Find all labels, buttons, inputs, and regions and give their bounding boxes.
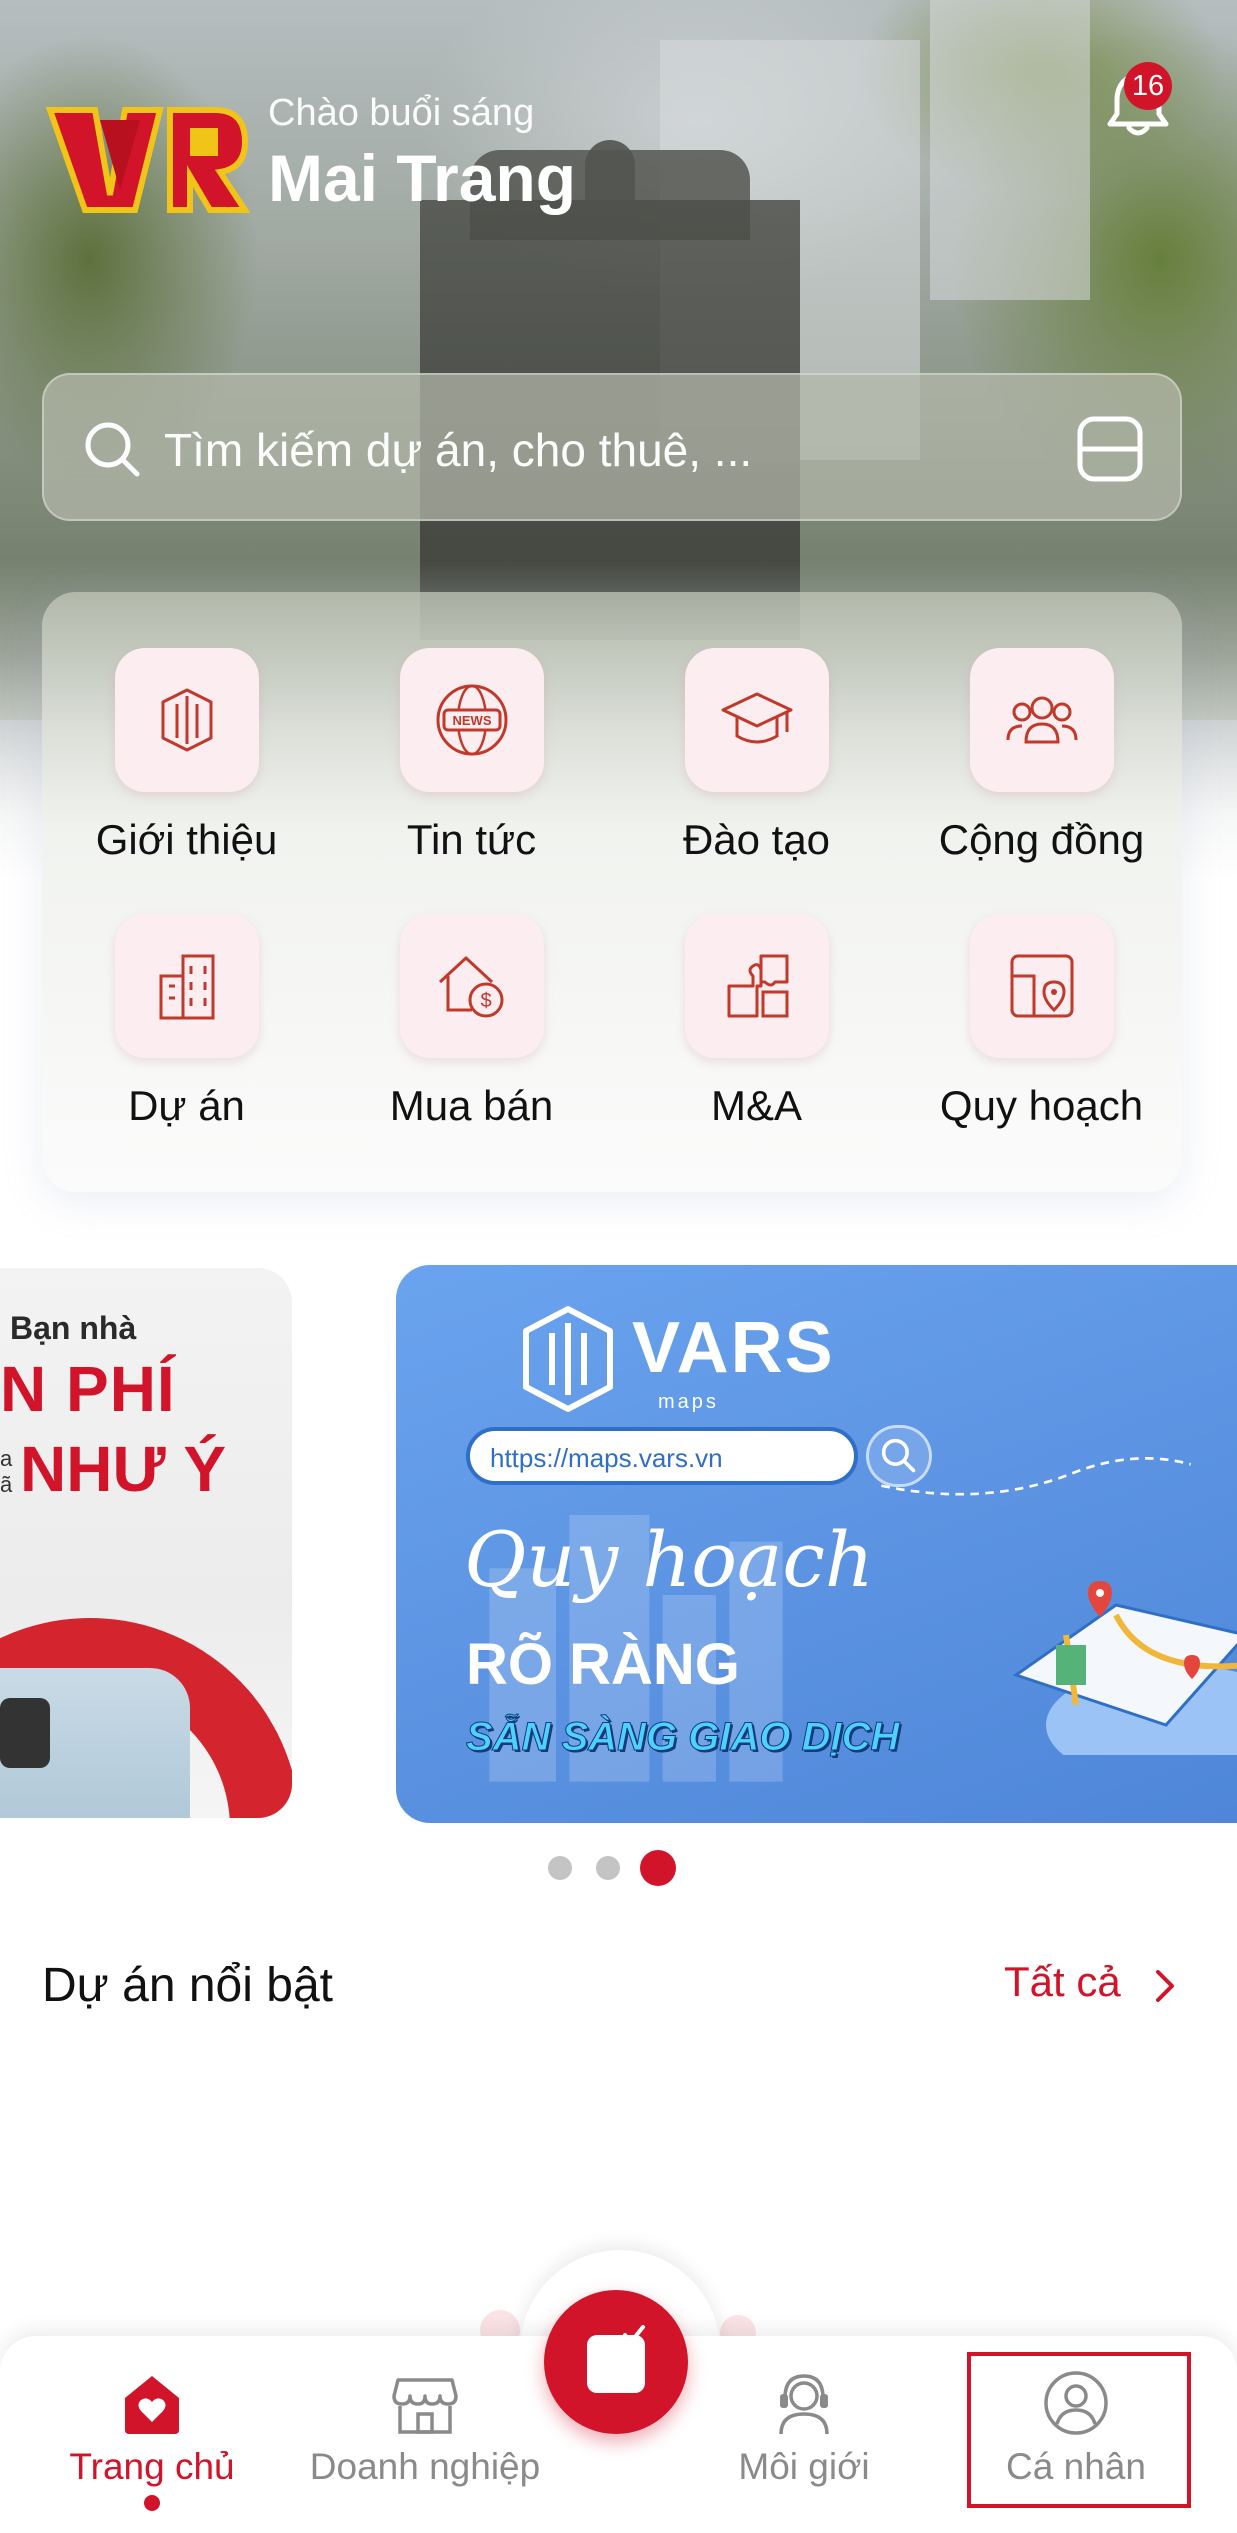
background-building xyxy=(930,0,1090,300)
category-label: Quy hoạch xyxy=(939,1082,1144,1129)
see-all-link[interactable]: Tất cả xyxy=(1004,1958,1121,2006)
community-icon xyxy=(1006,696,1077,744)
category-tile: NEWS xyxy=(399,648,544,792)
intro-icon xyxy=(161,688,212,752)
svg-text:$: $ xyxy=(480,990,491,1012)
banner-script-text: Quy hoạch xyxy=(464,1515,874,1604)
carousel-indicator xyxy=(548,1848,688,1888)
category-tile: $ xyxy=(399,914,544,1058)
scan-icon[interactable] xyxy=(1074,413,1146,485)
category-news[interactable]: NEWS Tin tức xyxy=(329,648,614,864)
nav-active-indicator xyxy=(144,2495,160,2511)
category-label: Cộng đồng xyxy=(938,816,1145,863)
featured-projects-title: Dự án nổi bật xyxy=(42,1959,333,2012)
category-grid: Giới thiệu NEWS Tin tức Đào tạo Cộng đồn… xyxy=(42,592,1182,1192)
category-label: Dự án xyxy=(128,1082,245,1129)
store-icon xyxy=(392,2378,458,2434)
carousel-dot[interactable] xyxy=(596,1856,620,1880)
broker-headset-icon xyxy=(779,2374,829,2435)
category-label: Giới thiệu xyxy=(95,816,278,863)
create-post-button[interactable] xyxy=(544,2290,688,2434)
chevron-right-icon[interactable] xyxy=(1150,1966,1180,2006)
map-pin-icon xyxy=(1010,954,1073,1018)
home-heart-icon xyxy=(125,2376,179,2434)
banner-url-box: https://maps.vars.vn xyxy=(466,1427,858,1485)
news-icon: NEWS xyxy=(436,684,507,756)
promo-banner-vars-maps[interactable]: VARS maps https://maps.vars.vn Quy hoạch… xyxy=(396,1265,1237,1823)
carousel-dot[interactable] xyxy=(548,1856,572,1880)
carousel-dot-active[interactable] xyxy=(640,1850,676,1886)
banner-small-text: Bạn nhà xyxy=(10,1310,137,1346)
category-intro[interactable]: Giới thiệu xyxy=(44,648,329,864)
search-bar[interactable]: Tìm kiếm dự án, cho thuê, ... xyxy=(42,373,1182,521)
banner-url: https://maps.vars.vn xyxy=(490,1443,723,1473)
category-planning[interactable]: Quy hoạch xyxy=(899,914,1184,1130)
banner-watch-image xyxy=(0,1698,50,1768)
graduation-cap-icon xyxy=(721,692,792,744)
search-input[interactable]: Tìm kiếm dự án, cho thuê, ... xyxy=(164,423,752,477)
selection-highlight xyxy=(967,2352,1191,2508)
nav-label: Môi giới xyxy=(738,2446,870,2487)
banner-dashed-path xyxy=(881,1457,1192,1496)
banner-headline: RÕ RÀNG xyxy=(466,1632,740,1697)
category-tile xyxy=(114,648,259,792)
house-dollar-icon: $ xyxy=(438,956,503,1018)
promo-banner-previous[interactable]: Bạn nhà N PHÍ a ã NHƯ Ý xyxy=(0,1268,292,1818)
banner-brand: VARS xyxy=(632,1308,835,1388)
note-check-icon xyxy=(587,2325,645,2393)
category-projects[interactable]: Dự án xyxy=(44,914,329,1130)
search-icon xyxy=(85,422,140,477)
category-tile xyxy=(969,914,1114,1058)
category-label: Đào tạo xyxy=(682,816,831,863)
svg-text:NEWS: NEWS xyxy=(452,713,491,728)
category-label: Tin tức xyxy=(406,816,537,863)
user-name: Mai Trang xyxy=(268,141,577,215)
category-label: M&A xyxy=(710,1082,802,1129)
banner-tiny-text: a ã xyxy=(0,1446,13,1497)
nav-home[interactable]: Trang chủ xyxy=(22,2368,282,2488)
category-trade[interactable]: $ Mua bán xyxy=(329,914,614,1130)
category-label: Mua bán xyxy=(389,1082,554,1129)
banner-brand-sub: maps xyxy=(658,1391,719,1413)
puzzle-icon xyxy=(727,954,788,1018)
vr-logo xyxy=(45,107,250,213)
nav-business[interactable]: Doanh nghiệp xyxy=(295,2368,555,2488)
category-tile xyxy=(114,914,259,1058)
greeting-text: Chào buổi sáng xyxy=(268,92,535,134)
category-training[interactable]: Đào tạo xyxy=(614,648,899,864)
vars-logo xyxy=(523,1306,613,1412)
nav-label: Doanh nghiệp xyxy=(309,2446,541,2487)
category-community[interactable]: Cộng đồng xyxy=(899,648,1184,864)
nav-broker[interactable]: Môi giới xyxy=(674,2368,934,2488)
building-icon xyxy=(159,954,214,1020)
category-tile xyxy=(969,648,1114,792)
category-tile xyxy=(684,648,829,792)
banner-map-illustration xyxy=(1012,1581,1237,1755)
notification-badge: 16 xyxy=(1124,62,1172,110)
nav-label: Trang chủ xyxy=(69,2446,235,2487)
category-tile xyxy=(684,914,829,1058)
banner-big-text: NHƯ Ý xyxy=(20,1433,226,1505)
banner-tagline: SẴN SÀNG GIAO DỊCH xyxy=(465,1715,900,1760)
category-ma[interactable]: M&A xyxy=(614,914,899,1130)
banner-big-text: N PHÍ xyxy=(0,1353,176,1425)
